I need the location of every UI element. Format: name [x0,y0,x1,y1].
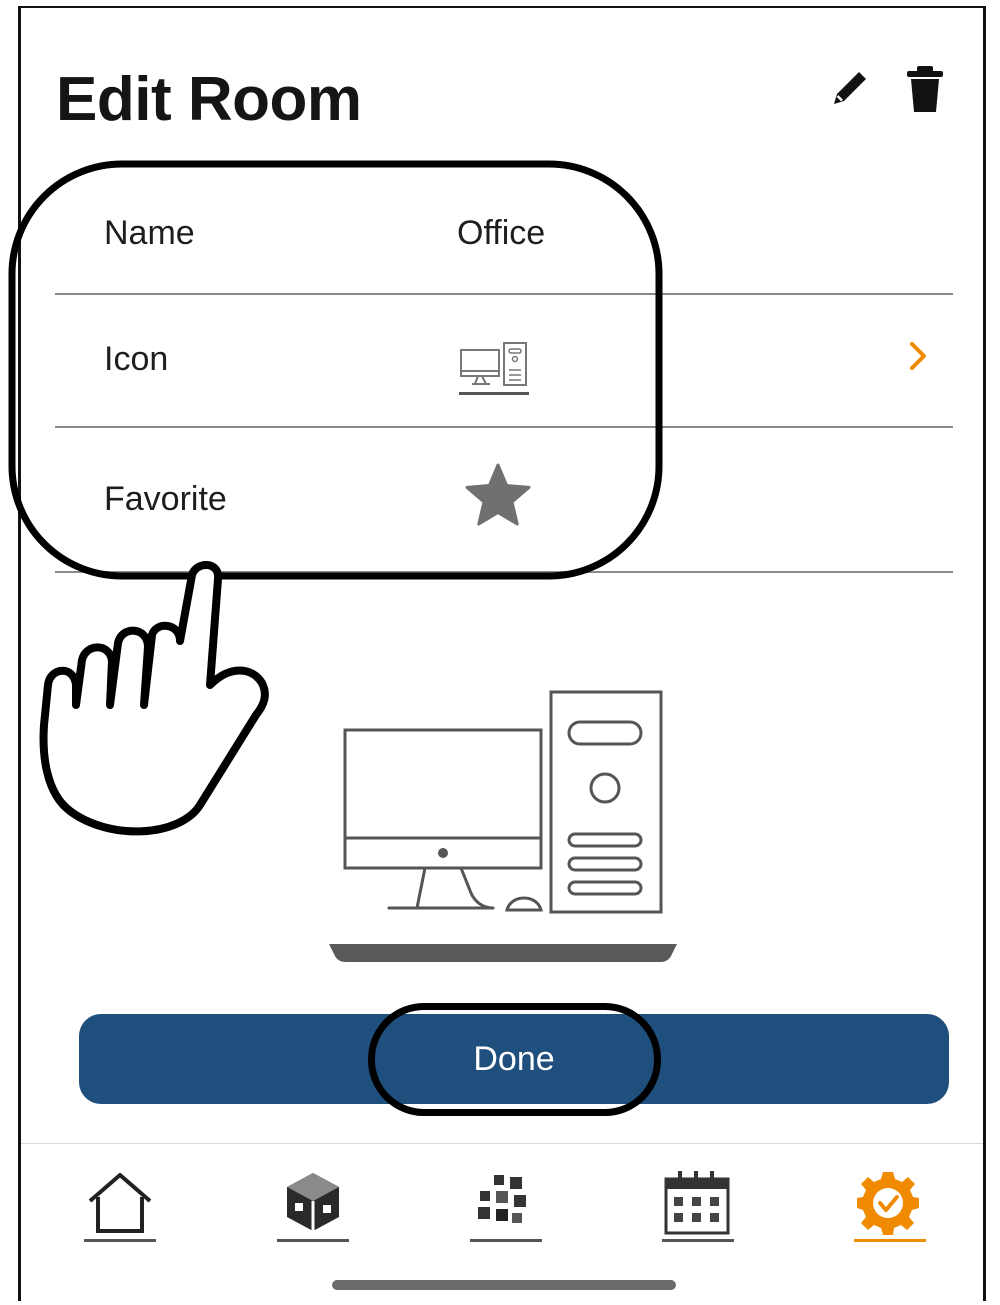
home-indicator[interactable] [332,1280,676,1290]
settings-gear-icon [854,1172,926,1242]
name-row-label: Name [104,214,195,252]
tab-scenes[interactable] [466,1165,546,1245]
tab-devices[interactable] [273,1165,353,1245]
star-icon[interactable] [464,462,532,533]
tab-settings[interactable] [850,1165,930,1245]
favorite-row-label: Favorite [104,480,227,518]
calendar-icon [662,1171,734,1242]
tab-home[interactable] [80,1165,160,1245]
office-computer-icon[interactable] [458,340,532,403]
pointing-hand-icon [39,561,269,836]
done-button[interactable]: Done [79,1014,949,1104]
tabbar-divider [21,1143,983,1144]
office-computer-icon [329,690,677,962]
pencil-icon[interactable] [826,64,874,117]
tab-schedule[interactable] [658,1165,738,1245]
row-divider [55,426,953,428]
room-icon-preview [325,688,685,973]
home-icon [84,1173,156,1242]
row-divider [55,293,953,295]
devices-cube-icon [277,1173,349,1242]
trash-icon[interactable] [903,64,947,119]
scenes-grid-icon [470,1175,542,1242]
page-title: Edit Room [56,65,362,134]
icon-row-label: Icon [104,340,169,378]
name-row-value[interactable]: Office [457,214,545,253]
chevron-right-icon[interactable] [905,340,931,377]
